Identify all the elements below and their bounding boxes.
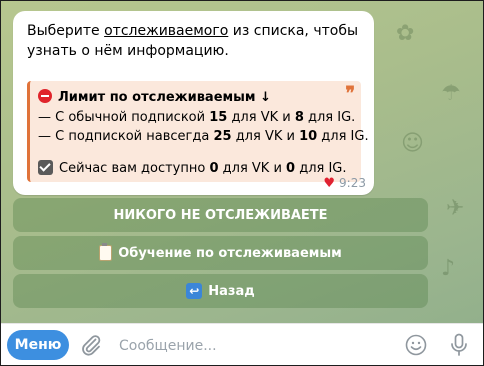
limit-quote: ❞ Лимит по отслеживаемым ↓ — С обычной п…: [27, 81, 369, 182]
ig-available: 0: [286, 161, 296, 176]
message-time: 9:23: [339, 176, 366, 190]
stop-icon: [38, 89, 52, 103]
ig-limit-regular: 8: [294, 110, 304, 125]
paperclip-icon[interactable]: [79, 333, 103, 357]
background-doodle: ☂: [441, 81, 461, 106]
vk-available: 0: [209, 161, 219, 176]
text-part: для VK и: [227, 110, 295, 125]
composer-bar: Меню: [1, 323, 483, 365]
text-part: для IG.: [295, 161, 347, 176]
background-doodle: ♪: [441, 256, 456, 281]
message-text-part: Выберите: [27, 23, 105, 39]
text-part: для VK и: [231, 129, 300, 144]
clipboard-icon: [99, 243, 113, 261]
quote-line-forever: — С подпиской навсегда 25 для VK и 10 дл…: [38, 129, 369, 144]
tutorial-button[interactable]: Обучение по отслеживаемым: [13, 236, 428, 270]
background-doodle: ☺: [401, 131, 424, 156]
heart-reaction-icon[interactable]: ♥: [323, 176, 335, 191]
text-part: Сейчас вам доступно: [59, 161, 210, 176]
background-doodle: ✿: [396, 21, 415, 46]
text-part: для VK и: [218, 161, 287, 176]
text-part: для IG.: [317, 129, 369, 144]
background-doodle: ✈: [446, 196, 465, 221]
message-text: Выберите отслеживаемого из списка, чтобы…: [27, 21, 362, 61]
back-arrow-icon: ↩: [186, 283, 203, 299]
chat-window: ✿ ☂ ☺ ✈ ♪ Выберите отслеживаемого из спи…: [0, 0, 484, 366]
quote-line-regular: — С обычной подпиской 15 для VK и 8 для …: [38, 110, 355, 125]
ig-limit-forever: 10: [299, 129, 318, 144]
quote-line-available: Сейчас вам доступно 0 для VK и 0 для IG.: [38, 160, 347, 176]
menu-label: Меню: [14, 337, 62, 353]
message-meta: ♥ 9:23: [323, 176, 366, 191]
tracked-link[interactable]: отслеживаемого: [104, 23, 228, 39]
not-tracking-button[interactable]: НИКОГО НЕ ОТСЛЕЖИВАЕТЕ: [13, 198, 428, 232]
vk-limit-regular: 15: [209, 110, 228, 125]
text-part: — С обычной подпиской: [38, 110, 210, 125]
back-button[interactable]: ↩ Назад: [13, 274, 428, 308]
quote-title: Лимит по отслеживаемым ↓: [38, 89, 271, 105]
tutorial-label: Обучение по отслеживаемым: [118, 245, 342, 261]
microphone-icon[interactable]: [450, 333, 468, 357]
text-part: — С подпиской навсегда: [38, 129, 214, 144]
not-tracking-label: НИКОГО НЕ ОТСЛЕЖИВАЕТЕ: [113, 207, 328, 223]
check-icon: [38, 160, 53, 175]
vk-limit-forever: 25: [213, 129, 232, 144]
menu-button[interactable]: Меню: [7, 330, 69, 360]
message-input[interactable]: [117, 332, 391, 360]
back-label: Назад: [208, 283, 255, 299]
text-part: для IG.: [303, 110, 356, 125]
quote-title-text: Лимит по отслеживаемым: [58, 90, 256, 105]
message-bubble: Выберите отслеживаемого из списка, чтобы…: [13, 11, 374, 195]
emoji-icon[interactable]: [405, 334, 427, 356]
down-arrow-icon: ↓: [260, 90, 271, 105]
quote-mark-icon: ❞: [345, 83, 355, 104]
